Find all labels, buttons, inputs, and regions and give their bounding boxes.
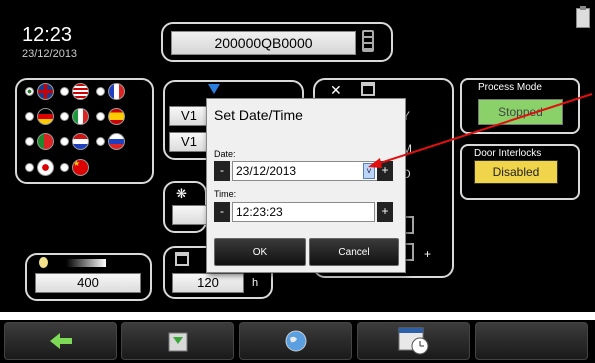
language-radio-russia[interactable] (96, 137, 105, 146)
germany-flag-icon (37, 108, 54, 125)
cancel-button[interactable]: Cancel (309, 238, 399, 266)
clipboard-icon[interactable] (576, 6, 590, 28)
ok-button[interactable]: OK (214, 238, 306, 266)
tools-icon: ✕ (330, 82, 342, 98)
language-radio-spain[interactable] (96, 112, 105, 121)
clock-date: 23/12/2013 (22, 48, 78, 60)
dialog-title: Set Date/Time (214, 107, 303, 123)
calendar-clock-icon (398, 327, 428, 355)
brightness-field[interactable]: 400 (35, 273, 141, 293)
main-screen: 12:23 23/12/2013 200000QB0000 ★ V1 V1 ✕ … (0, 0, 595, 312)
spain-flag-icon (108, 108, 125, 125)
timer-field[interactable]: 120 (172, 273, 244, 293)
nav-save-button[interactable] (121, 322, 234, 360)
language-radio-germany[interactable] (25, 112, 34, 121)
language-radio-france[interactable] (96, 87, 105, 96)
serial-number-field[interactable]: 200000QB0000 (171, 31, 356, 55)
language-radio-japan[interactable] (25, 163, 34, 172)
download-arrow-icon (208, 84, 220, 94)
save-icon (168, 332, 187, 352)
netherlands-flag-icon (72, 133, 89, 150)
time-minus-button[interactable]: - (214, 202, 230, 222)
time-label: Time: (214, 189, 237, 199)
italy-flag-icon (72, 108, 89, 125)
japan-flag-icon (37, 159, 54, 176)
nav-globe-button[interactable] (239, 322, 352, 360)
fan-icon: ❋ (176, 186, 187, 201)
date-minus-button[interactable]: - (214, 161, 230, 181)
battery-icon (362, 30, 374, 52)
calendar-timer-icon (175, 252, 189, 266)
uk-flag-icon (37, 83, 54, 100)
fan-field[interactable] (172, 205, 208, 225)
v2-field[interactable]: V1 (169, 132, 209, 152)
brightness-gradient (66, 259, 106, 267)
portugal-flag-icon (37, 133, 54, 150)
language-radio-netherlands[interactable] (60, 137, 69, 146)
back-arrow-icon (49, 333, 72, 349)
language-radio-china[interactable] (60, 163, 69, 172)
time-input[interactable]: 12:23:23 (232, 202, 375, 222)
annotation-arrow (368, 93, 593, 168)
bottom-navbar (0, 320, 595, 363)
nav-back-button[interactable] (4, 322, 117, 360)
china-flag-icon: ★ (72, 159, 89, 176)
language-radio-us[interactable] (60, 87, 69, 96)
timer-unit: h (252, 277, 259, 289)
nav-calendar-clock-button[interactable] (357, 322, 470, 360)
france-flag-icon (108, 83, 125, 100)
us-flag-icon (72, 83, 89, 100)
language-radio-uk[interactable] (25, 87, 34, 96)
clock-time: 12:23 (22, 24, 73, 46)
language-radio-italy[interactable] (60, 112, 69, 121)
language-radio-portugal[interactable] (25, 137, 34, 146)
add-label: + (424, 247, 432, 261)
globe-icon (285, 330, 306, 352)
lightbulb-icon (39, 257, 48, 268)
russia-flag-icon (108, 133, 125, 150)
v1-field[interactable]: V1 (169, 106, 209, 126)
time-plus-button[interactable]: + (377, 202, 393, 222)
date-label: Date: (214, 149, 236, 159)
nav-empty-button[interactable] (475, 322, 588, 360)
